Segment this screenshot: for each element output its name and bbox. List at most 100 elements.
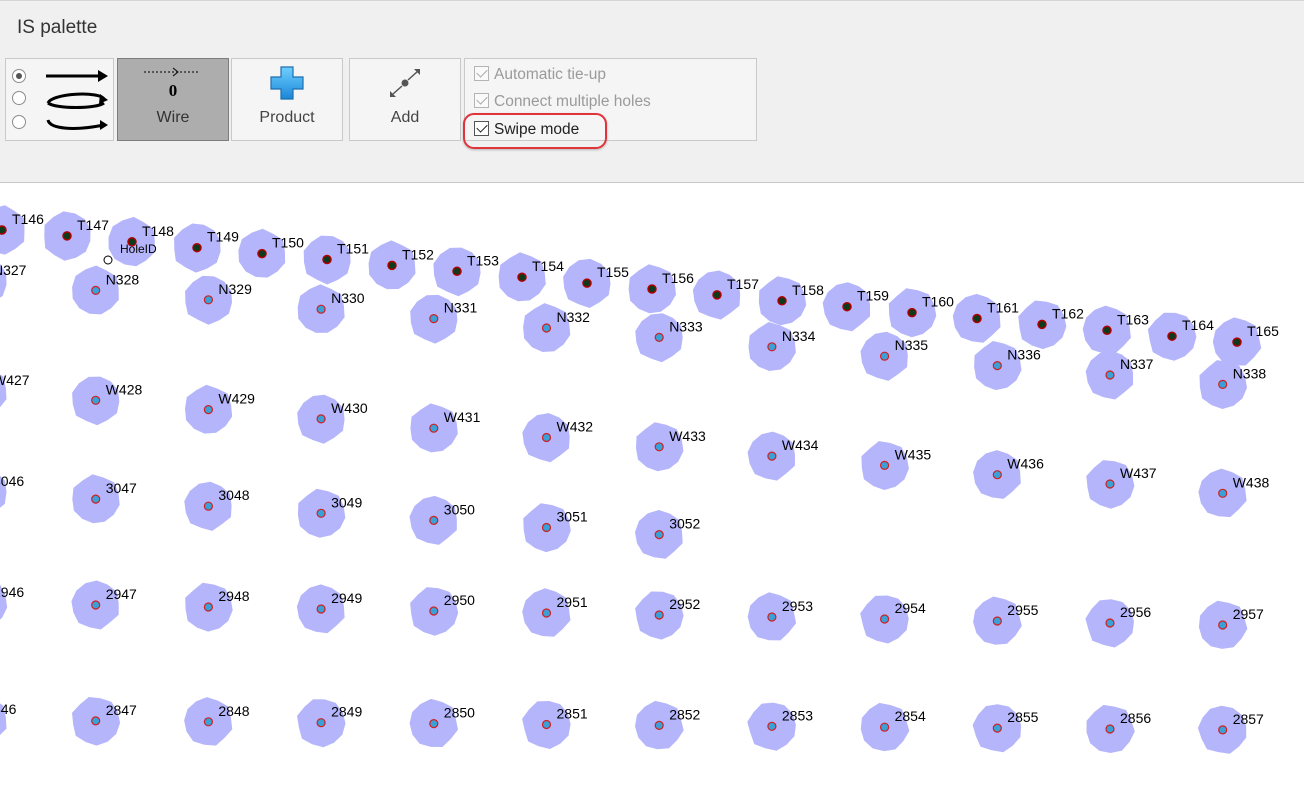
- connect-multiple-holes-option[interactable]: Connect multiple holes: [474, 93, 651, 111]
- hole-n327[interactable]: N327: [0, 257, 27, 306]
- hole-t150[interactable]: T150: [238, 228, 304, 278]
- hole-center-dot: [1105, 370, 1115, 380]
- hole-2955[interactable]: 2955: [973, 596, 1039, 645]
- hole-3047[interactable]: 3047: [72, 474, 137, 524]
- hole-2853[interactable]: 2853: [747, 702, 813, 751]
- hole-t165[interactable]: T165: [1212, 317, 1279, 366]
- hole-n337[interactable]: N337: [1085, 350, 1154, 400]
- hole-pattern-canvas[interactable]: T146 T147 T148 T149 T150 T151 T152 T153 T154 T155…: [0, 183, 1304, 790]
- hole-label: T163: [1117, 311, 1149, 327]
- hole-w429[interactable]: W429: [185, 384, 255, 434]
- hole-t163[interactable]: T163: [1082, 305, 1149, 355]
- hole-label: N334: [782, 328, 816, 344]
- hole-w430[interactable]: W430: [297, 394, 368, 444]
- product-button[interactable]: Product: [231, 58, 343, 141]
- hole-w432[interactable]: W432: [522, 413, 593, 463]
- hole-n333[interactable]: N333: [635, 313, 703, 363]
- hole-2850[interactable]: 2850: [409, 698, 476, 747]
- hole-w433[interactable]: W433: [636, 422, 706, 472]
- hole-n336[interactable]: N336: [974, 341, 1041, 391]
- hole-t159[interactable]: T159: [822, 282, 889, 332]
- hole-2951[interactable]: 2951: [522, 588, 588, 637]
- hole-2854[interactable]: 2854: [860, 702, 926, 752]
- hole-2957[interactable]: 2957: [1198, 600, 1264, 649]
- hole-t153[interactable]: T153: [433, 247, 499, 297]
- hole-t152[interactable]: T152: [368, 240, 435, 290]
- hole-t157[interactable]: T157: [692, 270, 759, 320]
- wire-style-straight-radio[interactable]: [12, 69, 26, 83]
- hole-label: 2953: [782, 598, 813, 614]
- hole-n331[interactable]: N331: [410, 294, 477, 344]
- hole-2849[interactable]: 2849: [297, 699, 362, 748]
- hole-t154[interactable]: T154: [498, 252, 565, 302]
- hole-w437[interactable]: W437: [1086, 460, 1157, 509]
- hole-w438[interactable]: W438: [1198, 468, 1269, 518]
- swipe-mode-highlight: [463, 113, 607, 149]
- hole-n335[interactable]: N335: [860, 331, 929, 381]
- hole-2848[interactable]: 2848: [184, 697, 250, 746]
- hole-2953[interactable]: 2953: [747, 592, 814, 641]
- hole-w435[interactable]: W435: [861, 441, 931, 490]
- hole-n328[interactable]: N328: [72, 265, 139, 315]
- hole-2948[interactable]: 2948: [185, 582, 250, 632]
- hole-2956[interactable]: 2956: [1085, 599, 1151, 648]
- automatic-tie-up-option[interactable]: Automatic tie-up: [474, 66, 606, 84]
- hole-2857[interactable]: 2857: [1197, 705, 1264, 754]
- hole-846[interactable]: 846: [0, 695, 17, 744]
- hole-n332[interactable]: N332: [523, 303, 590, 352]
- hole-center-dot: [1105, 618, 1115, 628]
- hole-2855[interactable]: 2855: [972, 704, 1039, 753]
- hole-2952[interactable]: 2952: [635, 591, 701, 640]
- hole-t162[interactable]: T162: [1018, 300, 1084, 350]
- hole-w428[interactable]: W428: [72, 376, 142, 426]
- hole-w436[interactable]: W436: [973, 450, 1044, 499]
- hole-n329[interactable]: N329: [185, 275, 252, 325]
- hole-t146[interactable]: T146: [0, 205, 44, 255]
- hole-3049[interactable]: 3049: [297, 488, 363, 538]
- hole-t160[interactable]: T160: [888, 288, 954, 338]
- hole-t151[interactable]: T151: [303, 235, 369, 285]
- hole-t155[interactable]: T155: [563, 258, 629, 308]
- hole-center-dot: [517, 272, 527, 282]
- wire-style-bent-radio[interactable]: [12, 115, 26, 129]
- hole-3052[interactable]: 3052: [635, 510, 701, 559]
- automatic-tie-up-checkbox[interactable]: [474, 66, 489, 81]
- wire-style-loop-radio[interactable]: [12, 91, 26, 105]
- hole-2954[interactable]: 2954: [860, 595, 926, 644]
- hole-n338[interactable]: N338: [1199, 360, 1267, 409]
- hole-t161[interactable]: T161: [952, 293, 1019, 343]
- wire-button[interactable]: 0 Wire: [117, 58, 229, 141]
- hole-2852[interactable]: 2852: [635, 700, 701, 750]
- hole-t149[interactable]: T149: [174, 223, 239, 273]
- hole-w427[interactable]: W427: [0, 366, 30, 415]
- hole-3048[interactable]: 3048: [184, 481, 250, 531]
- hole-t156[interactable]: T156: [628, 264, 695, 314]
- hole-2851[interactable]: 2851: [522, 701, 588, 749]
- hole-center-dot: [203, 405, 213, 415]
- hole-2946[interactable]: 2946: [0, 578, 24, 627]
- hole-2949[interactable]: 2949: [296, 584, 363, 634]
- hole-t147[interactable]: T147: [44, 211, 109, 261]
- hole-center-dot: [541, 432, 552, 443]
- hole-label: N329: [218, 281, 252, 297]
- hole-t158[interactable]: T158: [758, 276, 824, 326]
- hole-2847[interactable]: 2847: [72, 697, 137, 746]
- hole-center-dot: [972, 313, 982, 324]
- hole-n330[interactable]: N330: [297, 284, 365, 333]
- hole-label: W430: [331, 400, 368, 416]
- hole-label: 2957: [1233, 606, 1264, 622]
- hole-n334[interactable]: N334: [748, 322, 816, 371]
- hole-center-dot: [1037, 319, 1047, 330]
- hole-2950[interactable]: 2950: [410, 587, 475, 636]
- hole-3046[interactable]: 3046: [0, 468, 24, 517]
- hole-3051[interactable]: 3051: [523, 503, 588, 553]
- hole-3050[interactable]: 3050: [409, 495, 476, 545]
- hole-2856[interactable]: 2856: [1086, 704, 1152, 753]
- connect-multiple-holes-checkbox[interactable]: [474, 93, 489, 108]
- hole-center-dot: [992, 723, 1002, 733]
- hole-t164[interactable]: T164: [1147, 312, 1214, 361]
- hole-w434[interactable]: W434: [747, 431, 819, 481]
- hole-2947[interactable]: 2947: [71, 580, 137, 630]
- add-button[interactable]: Add: [349, 58, 461, 141]
- hole-w431[interactable]: W431: [410, 403, 481, 453]
